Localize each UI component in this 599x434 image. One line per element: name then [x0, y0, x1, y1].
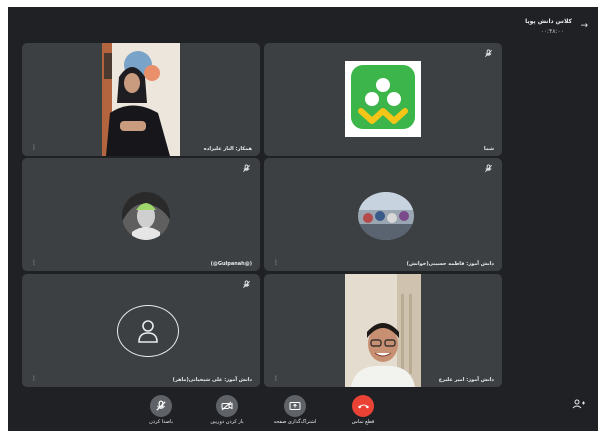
screen-share-button[interactable]	[284, 395, 306, 417]
call-controls: باصدا کردن باز کردن دوربین اشتراک‌گذار	[8, 391, 598, 431]
end-call[interactable]: قطع تماس	[333, 395, 393, 425]
more-options-icon[interactable]: ⋮	[31, 376, 37, 382]
default-avatar-icon	[117, 305, 179, 357]
mic-toggle[interactable]: باصدا کردن	[131, 395, 191, 425]
mic-off-icon	[156, 400, 166, 411]
present-screen-icon	[289, 402, 301, 410]
more-options-icon[interactable]: ⋮	[273, 376, 279, 382]
participant-video	[345, 274, 421, 387]
participant-video	[102, 43, 180, 156]
participant-name: شما	[483, 146, 494, 152]
more-options-icon[interactable]: ⋮	[31, 145, 37, 151]
participant-name: دانش آموز: فاطمه حسینی(خوانش)	[406, 261, 494, 267]
mic-off-icon	[243, 280, 250, 288]
camera-toggle[interactable]: باز کردن دوربین	[197, 395, 257, 425]
camera-toggle-label: باز کردن دوربین	[210, 419, 244, 425]
participant-name: همکار: الناز علیزاده	[203, 146, 252, 152]
mic-off-icon	[485, 164, 492, 172]
app-logo	[345, 61, 421, 137]
mic-off-button[interactable]	[150, 395, 172, 417]
hang-up-icon	[357, 404, 369, 409]
meeting-window: → کلاس دانش پویا ۰۰:۴۸:۰۰ همکار: الناز ع…	[8, 7, 598, 431]
more-options-icon[interactable]: ⋮	[273, 260, 279, 266]
participant-tile-self[interactable]: شما	[264, 43, 502, 156]
camera-off-icon	[221, 401, 233, 411]
end-call-button[interactable]	[352, 395, 374, 417]
participant-tile[interactable]: دانش آموز: فاطمه حسینی(خوانش) ⋮	[264, 158, 502, 271]
participant-tile[interactable]: همکار: الناز علیزاده ⋮	[22, 43, 260, 156]
camera-off-button[interactable]	[216, 395, 238, 417]
participant-avatar	[122, 192, 170, 240]
back-arrow-icon[interactable]: →	[580, 21, 588, 31]
participant-tile[interactable]: (@Gulpanah@) ⋮	[22, 158, 260, 271]
more-options-icon[interactable]: ⋮	[31, 260, 37, 266]
meeting-timer: ۰۰:۴۸:۰۰	[540, 28, 564, 35]
end-call-label: قطع تماس	[351, 419, 375, 425]
meeting-title: کلاس دانش پویا	[525, 18, 572, 25]
participant-name: دانش آموز: امیر علیرع	[438, 377, 494, 383]
participant-name: (@Gulpanah@)	[210, 261, 252, 267]
mic-off-icon	[485, 49, 492, 57]
participant-tile[interactable]: دانش آموز: علی شیخیانی(ماهر) ⋮	[22, 274, 260, 387]
screen-share[interactable]: اشتراک‌گذاری صفحه	[265, 395, 325, 425]
screen-share-label: اشتراک‌گذاری صفحه	[273, 419, 317, 425]
participant-tile[interactable]: دانش آموز: امیر علیرع ⋮	[264, 274, 502, 387]
mic-toggle-label: باصدا کردن	[149, 419, 173, 425]
participant-avatar	[358, 192, 414, 240]
participant-name: دانش آموز: علی شیخیانی(ماهر)	[172, 377, 252, 383]
mic-off-icon	[243, 164, 250, 172]
